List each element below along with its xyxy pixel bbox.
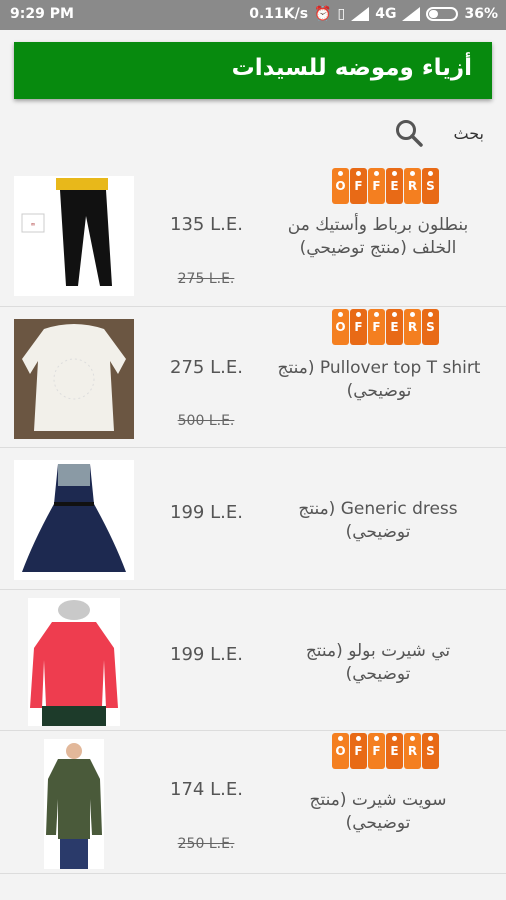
status-right: 0.11K/s ⏰ ▯ 4G 36% xyxy=(249,6,498,22)
signal-icon-2 xyxy=(402,7,421,21)
app-bar: أزياء وموضه للسيدات xyxy=(14,42,492,99)
product-image[interactable] xyxy=(28,598,120,726)
status-time: 9:29 PM xyxy=(10,6,74,22)
product-image[interactable] xyxy=(14,319,134,439)
offer-letter: F xyxy=(368,168,385,204)
offer-letter: E xyxy=(386,168,403,204)
product-price: 199 L.E. xyxy=(170,644,243,665)
network-speed: 0.11K/s xyxy=(249,6,309,22)
product-old-price: 275 L.E. xyxy=(177,271,235,287)
offer-letter: R xyxy=(404,733,421,769)
offer-letter: F xyxy=(350,733,367,769)
page-title: أزياء وموضه للسيدات xyxy=(231,55,472,81)
product-name[interactable]: Generic dress (منتج توضيحي) xyxy=(278,498,478,544)
product-image[interactable] xyxy=(14,460,134,580)
search-icon[interactable] xyxy=(394,118,424,148)
alarm-icon: ⏰ xyxy=(314,6,332,22)
battery-icon xyxy=(426,7,459,21)
product-row[interactable]: OFFERS Pullover top T shirt (منتج توضيحي… xyxy=(0,307,506,448)
product-row[interactable]: ∞ OFFERS بنطلون برباط وأستيك من الخلف (م… xyxy=(0,164,506,307)
offers-badge: OFFERS xyxy=(332,733,439,769)
product-name[interactable]: تي شيرت بولو (منتج توضيحي) xyxy=(278,640,478,686)
network-type: 4G xyxy=(375,6,397,22)
vibrate-icon: ▯ xyxy=(337,6,346,22)
product-row[interactable]: Generic dress (منتج توضيحي) 199 L.E. xyxy=(0,448,506,590)
offer-letter: O xyxy=(332,309,349,345)
battery-percent: 36% xyxy=(464,6,498,22)
signal-icon xyxy=(351,7,370,21)
product-price: 199 L.E. xyxy=(170,502,243,523)
product-name[interactable]: سويت شيرت (منتج توضيحي) xyxy=(278,789,478,835)
product-old-price: 500 L.E. xyxy=(177,413,235,429)
search-label[interactable]: بحث xyxy=(454,124,485,143)
offer-letter: F xyxy=(350,309,367,345)
offer-letter: R xyxy=(404,168,421,204)
search-bar[interactable]: بحث xyxy=(0,112,506,156)
offer-letter: F xyxy=(368,309,385,345)
offer-letter: S xyxy=(422,309,439,345)
offer-letter: E xyxy=(386,733,403,769)
status-bar: 9:29 PM 0.11K/s ⏰ ▯ 4G 36% xyxy=(0,0,506,30)
product-row[interactable]: تي شيرت بولو (منتج توضيحي) 199 L.E. xyxy=(0,590,506,731)
offer-letter: E xyxy=(386,309,403,345)
product-row[interactable]: OFFERS سويت شيرت (منتج توضيحي) 174 L.E. … xyxy=(0,731,506,874)
svg-text:∞: ∞ xyxy=(31,221,36,228)
product-price: 174 L.E. xyxy=(170,779,243,800)
offer-letter: F xyxy=(350,168,367,204)
product-image[interactable]: ∞ xyxy=(14,176,134,296)
offers-badge: OFFERS xyxy=(332,309,439,345)
offer-letter: O xyxy=(332,733,349,769)
product-price: 135 L.E. xyxy=(170,214,243,235)
offers-badge: OFFERS xyxy=(332,168,439,204)
offer-letter: R xyxy=(404,309,421,345)
offer-letter: O xyxy=(332,168,349,204)
product-name[interactable]: بنطلون برباط وأستيك من الخلف (منتج توضيح… xyxy=(278,214,478,260)
product-image[interactable] xyxy=(44,739,104,869)
offer-letter: S xyxy=(422,168,439,204)
product-name[interactable]: Pullover top T shirt (منتج توضيحي) xyxy=(274,357,484,403)
product-price: 275 L.E. xyxy=(170,357,243,378)
offer-letter: S xyxy=(422,733,439,769)
offer-letter: F xyxy=(368,733,385,769)
product-old-price: 250 L.E. xyxy=(177,836,235,852)
